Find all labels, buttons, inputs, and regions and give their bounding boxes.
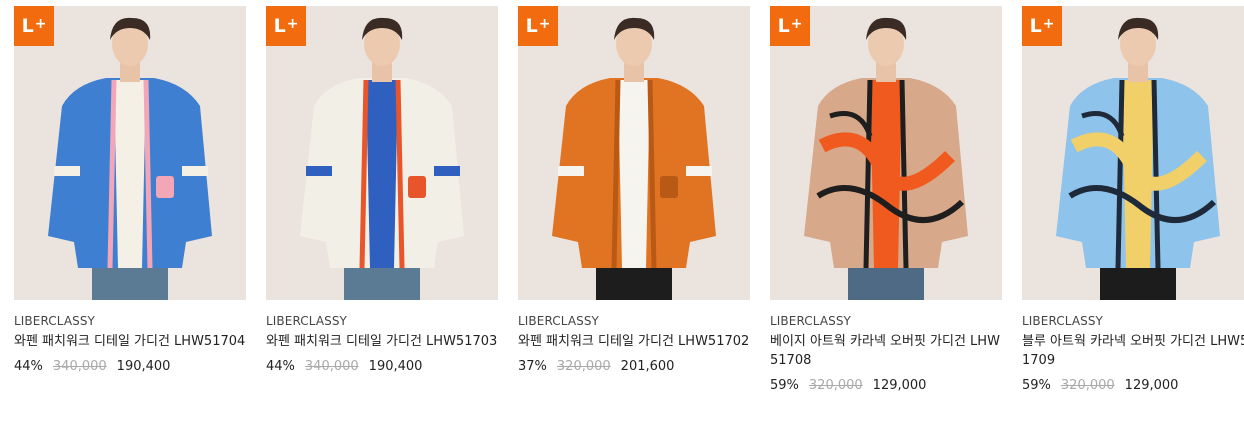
product-image[interactable]: L + bbox=[14, 6, 246, 300]
product-image[interactable]: L + bbox=[1022, 6, 1244, 300]
product-name[interactable]: 와펜 패치워크 디테일 가디건 LHW51704 bbox=[14, 332, 246, 351]
product-brand[interactable]: LIBERCLASSY bbox=[518, 314, 750, 328]
product-brand[interactable]: LIBERCLASSY bbox=[266, 314, 498, 328]
sleeve-stripe bbox=[558, 166, 584, 176]
lplus-badge-icon: L + bbox=[770, 6, 810, 46]
discount-rate: 44% bbox=[266, 359, 295, 374]
sale-price: 190,400 bbox=[116, 359, 171, 374]
product-card[interactable]: L + LIBERCLASSY 와펜 패치워크 디테일 가디건 LHW51704 … bbox=[14, 6, 246, 393]
model-photo bbox=[14, 6, 246, 300]
badge-letter: L bbox=[273, 14, 286, 37]
product-brand[interactable]: LIBERCLASSY bbox=[14, 314, 246, 328]
product-brand[interactable]: LIBERCLASSY bbox=[1022, 314, 1244, 328]
original-price: 340,000 bbox=[304, 359, 359, 374]
badge-letter: L bbox=[525, 14, 538, 37]
lplus-badge-icon: L + bbox=[14, 6, 54, 46]
price-row: 59% 320,000 129,000 bbox=[1022, 378, 1244, 393]
sleeve-stripe bbox=[434, 166, 460, 176]
price-row: 44% 340,000 190,400 bbox=[14, 359, 246, 374]
badge-letter: L bbox=[21, 14, 34, 37]
badge-letter: L bbox=[1029, 14, 1042, 37]
patch-wappen bbox=[660, 176, 678, 198]
sale-price: 201,600 bbox=[620, 359, 675, 374]
badge-plus: + bbox=[34, 16, 47, 32]
product-card[interactable]: L + LIBERCLASSY 베이지 아트웍 카라넥 오버핏 가디건 LHW51… bbox=[770, 6, 1002, 393]
model-photo bbox=[1022, 6, 1244, 300]
original-price: 320,000 bbox=[1060, 378, 1115, 393]
product-card[interactable]: L + LIBERCLASSY 와펜 패치워크 디테일 가디건 LHW51703 … bbox=[266, 6, 498, 393]
badge-letter: L bbox=[777, 14, 790, 37]
sale-price: 129,000 bbox=[1124, 378, 1179, 393]
badge-plus: + bbox=[286, 16, 299, 32]
sale-price: 190,400 bbox=[368, 359, 423, 374]
product-image[interactable]: L + bbox=[770, 6, 1002, 300]
price-row: 37% 320,000 201,600 bbox=[518, 359, 750, 374]
inner-shirt bbox=[114, 80, 146, 268]
original-price: 320,000 bbox=[808, 378, 863, 393]
sale-price: 129,000 bbox=[872, 378, 927, 393]
lplus-badge-icon: L + bbox=[518, 6, 558, 46]
product-name[interactable]: 베이지 아트웍 카라넥 오버핏 가디건 LHW51708 bbox=[770, 332, 1002, 370]
price-row: 44% 340,000 190,400 bbox=[266, 359, 498, 374]
product-name[interactable]: 와펜 패치워크 디테일 가디건 LHW51703 bbox=[266, 332, 498, 351]
product-brand[interactable]: LIBERCLASSY bbox=[770, 314, 1002, 328]
sleeve-stripe bbox=[182, 166, 208, 176]
product-image[interactable]: L + bbox=[266, 6, 498, 300]
discount-rate: 59% bbox=[1022, 378, 1051, 393]
product-name[interactable]: 블루 아트웍 카라넥 오버핏 가디건 LHW51709 bbox=[1022, 332, 1244, 370]
lplus-badge-icon: L + bbox=[1022, 6, 1062, 46]
model-photo bbox=[518, 6, 750, 300]
original-price: 340,000 bbox=[52, 359, 107, 374]
discount-rate: 59% bbox=[770, 378, 799, 393]
badge-plus: + bbox=[790, 16, 803, 32]
badge-plus: + bbox=[1042, 16, 1055, 32]
original-price: 320,000 bbox=[556, 359, 611, 374]
discount-rate: 37% bbox=[518, 359, 547, 374]
product-grid: L + LIBERCLASSY 와펜 패치워크 디테일 가디건 LHW51704 … bbox=[14, 6, 1244, 393]
product-name[interactable]: 와펜 패치워크 디테일 가디건 LHW51702 bbox=[518, 332, 750, 351]
discount-rate: 44% bbox=[14, 359, 43, 374]
product-image[interactable]: L + bbox=[518, 6, 750, 300]
inner-shirt bbox=[618, 80, 650, 268]
sleeve-stripe bbox=[686, 166, 712, 176]
product-card[interactable]: L + LIBERCLASSY 블루 아트웍 카라넥 오버핏 가디건 LHW517… bbox=[1022, 6, 1244, 393]
product-card[interactable]: L + LIBERCLASSY 와펜 패치워크 디테일 가디건 LHW51702 … bbox=[518, 6, 750, 393]
price-row: 59% 320,000 129,000 bbox=[770, 378, 1002, 393]
model-photo bbox=[266, 6, 498, 300]
patch-wappen bbox=[156, 176, 174, 198]
model-photo bbox=[770, 6, 1002, 300]
patch-wappen bbox=[408, 176, 426, 198]
lplus-badge-icon: L + bbox=[266, 6, 306, 46]
sleeve-stripe bbox=[306, 166, 332, 176]
sleeve-stripe bbox=[54, 166, 80, 176]
inner-shirt bbox=[366, 80, 398, 268]
badge-plus: + bbox=[538, 16, 551, 32]
